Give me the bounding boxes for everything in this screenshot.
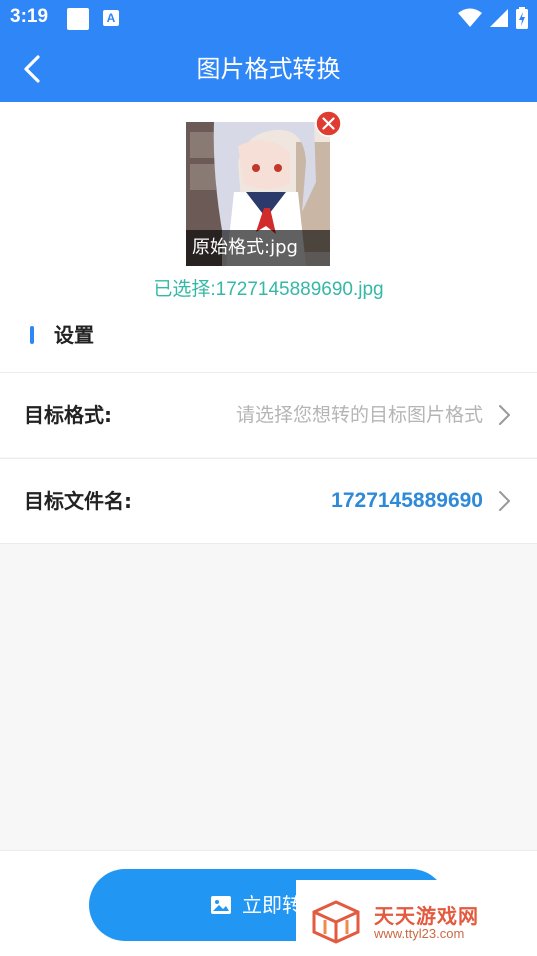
original-format-caption: 原始格式:jpg [186, 230, 330, 266]
status-bar: 3:19 A [0, 0, 537, 36]
wifi-icon [457, 8, 482, 27]
image-card: 原始格式:jpg 已选择:1727145889690.jpg 设置 [0, 102, 537, 372]
screen: 3:19 A 图片格式转换 原始格式:jpg 已选择:1727145889690… [0, 0, 537, 956]
page-title: 图片格式转换 [196, 55, 341, 83]
status-time: 3:19 [10, 6, 49, 27]
notification-icon [67, 8, 89, 30]
status-icons [457, 7, 529, 29]
target-filename-value: 1727145889690 [331, 489, 483, 512]
target-format-row[interactable]: 目标格式: 请选择您想转的目标图片格式 [0, 372, 537, 457]
target-filename-label: 目标文件名: [24, 489, 132, 513]
section-title: 设置 [54, 323, 94, 347]
battery-icon [516, 7, 528, 29]
image-thumbnail[interactable]: 原始格式:jpg [186, 122, 330, 266]
selected-file-label: 已选择:1727145889690.jpg [153, 279, 384, 300]
close-circle-icon [315, 110, 342, 137]
image-icon [211, 896, 231, 914]
watermark: 天天游戏网 www.ttyl23.com [296, 880, 537, 956]
watermark-title: 天天游戏网 [374, 904, 479, 928]
target-filename-row[interactable]: 目标文件名: 1727145889690 [0, 458, 537, 544]
app-bar: 图片格式转换 [0, 36, 537, 102]
watermark-logo-icon [312, 900, 360, 944]
target-format-value: 请选择您想转的目标图片格式 [235, 404, 483, 426]
back-chevron-icon [24, 55, 40, 83]
section-accent-bar [30, 326, 34, 344]
target-format-label: 目标格式: [24, 403, 112, 427]
back-button[interactable] [14, 51, 50, 87]
signal-icon [489, 9, 508, 27]
convert-button-label: 立即转 [242, 893, 302, 917]
a-notification-icon: A [103, 10, 119, 26]
chevron-right-icon [499, 405, 510, 425]
chevron-right-icon [499, 491, 510, 511]
watermark-url: www.ttyl23.com [374, 926, 465, 941]
remove-image-button[interactable] [315, 110, 342, 137]
